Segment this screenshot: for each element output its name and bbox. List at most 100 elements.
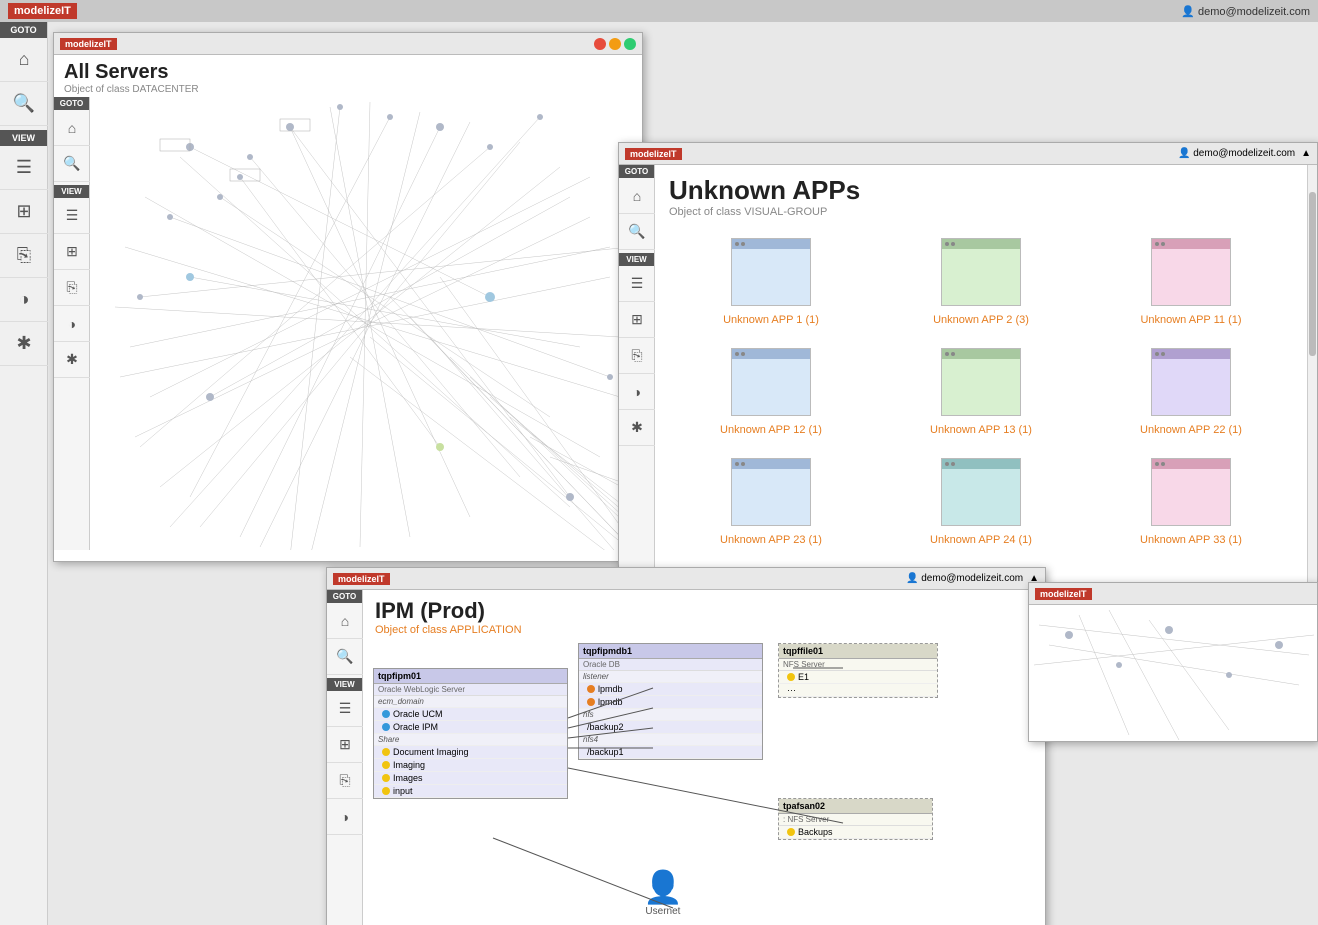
app-item-1[interactable]: Unknown APP 1 (1) <box>671 232 871 332</box>
app-item-22[interactable]: Unknown APP 22 (1) <box>1091 342 1291 442</box>
ipm-dot-ipm <box>382 723 390 731</box>
win-all-servers-min[interactable] <box>609 38 621 50</box>
win-all-servers-max[interactable] <box>624 38 636 50</box>
win-ipm-goto: GOTO <box>327 590 362 603</box>
win-sidebar-search[interactable]: 🔍 <box>54 146 90 182</box>
win-sidebar-plugin[interactable]: ✱ <box>54 342 90 378</box>
app-item-12[interactable]: Unknown APP 12 (1) <box>671 342 871 442</box>
win-sidebar-share[interactable]: ⎘ <box>54 270 90 306</box>
win-unknown-apps-subtitle: Object of class VISUAL-GROUP <box>669 206 1293 218</box>
ipm-node-tpafsan02-title: tpafsan02 <box>779 799 932 814</box>
ipm-row-docimaging-text: Document Imaging <box>393 747 469 757</box>
win-ipm-brand: modelizeIT <box>333 573 390 585</box>
scrollbar-thumb[interactable] <box>1309 192 1316 356</box>
app-item-23[interactable]: Unknown APP 23 (1) <box>671 452 871 552</box>
app-label-13: Unknown APP 13 (1) <box>930 424 1032 436</box>
app-item-33[interactable]: Unknown APP 33 (1) <box>1091 452 1291 552</box>
win-sidebar-grid[interactable]: ⊞ <box>54 234 90 270</box>
ipm-node-tqpfipmdb1[interactable]: tqpfipmdb1 Oracle DB listener lpmdb lpmd… <box>578 643 763 760</box>
app-icon-2 <box>941 238 1021 308</box>
ipm-row-lpmdb2-text: lpmdb <box>598 697 623 707</box>
ipm-diagram-area: tqpfipm01 Oracle WebLogic Server ecm_dom… <box>363 638 1045 925</box>
win-ipm-header: IPM (Prod) Object of class APPLICATION <box>363 590 1045 638</box>
sidebar-chart-icon[interactable]: ◑ <box>0 278 48 322</box>
ipm-node-tpafsan02-subtitle: : NFS Server <box>779 814 932 826</box>
sidebar-home-icon[interactable]: ⌂ <box>0 38 48 82</box>
win-all-servers-titlebar[interactable]: modelizeIT <box>54 33 642 55</box>
win-unknown-apps-scrollup[interactable]: ▲ <box>1301 148 1311 159</box>
app-label-1: Unknown APP 1 (1) <box>723 314 819 326</box>
ipm-dot-docimaging <box>382 748 390 756</box>
app-icon-img-22 <box>1151 348 1231 416</box>
win-ua-home[interactable]: ⌂ <box>619 178 655 214</box>
ipm-row-imaging: Imaging <box>374 759 567 772</box>
win-ipm-grid[interactable]: ⊞ <box>327 727 363 763</box>
ipm-dot-imaging <box>382 761 390 769</box>
app-icon-12 <box>731 348 811 418</box>
app-icon-22 <box>1151 348 1231 418</box>
app-label-11: Unknown APP 11 (1) <box>1140 314 1241 326</box>
win-ipm-view: VIEW <box>327 678 362 691</box>
app-label-33: Unknown APP 33 (1) <box>1140 534 1242 546</box>
win-unknown-apps-title: Unknown APPs <box>669 175 1293 206</box>
win-all-servers-header: All Servers Object of class DATACENTER <box>54 55 642 97</box>
ipm-section-ecm: ecm_domain <box>374 696 567 708</box>
win-ipm-titlebar[interactable]: modelizeIT 👤 demo@modelizeit.com ▲ <box>327 568 1045 590</box>
win-unknown-apps-titlebar[interactable]: modelizeIT 👤 demo@modelizeit.com ▲ <box>619 143 1317 165</box>
win-ipm-share[interactable]: ⎘ <box>327 763 363 799</box>
ipm-dot-ucm <box>382 710 390 718</box>
app-icon-33 <box>1151 458 1231 528</box>
win-ipm-chart[interactable]: ◑ <box>327 799 363 835</box>
app-item-24[interactable]: Unknown APP 24 (1) <box>881 452 1081 552</box>
sidebar-list-icon[interactable]: ☰ <box>0 146 48 190</box>
win-sidebar-goto: GOTO <box>54 97 89 110</box>
win-sidebar-chart[interactable]: ◑ <box>54 306 90 342</box>
ipm-row-backups: Backups <box>779 826 932 839</box>
sidebar-search-icon[interactable]: 🔍 <box>0 82 48 126</box>
ipm-node-tqpfipmdb1-subtitle: Oracle DB <box>579 659 762 671</box>
ipm-row-backup1: /backup1 <box>579 746 762 759</box>
app-icon-23 <box>731 458 811 528</box>
ipm-node-tqpfipm01[interactable]: tqpfipm01 Oracle WebLogic Server ecm_dom… <box>373 668 568 799</box>
app-icon-img-2 <box>941 238 1021 306</box>
ipm-section-share: Share <box>374 734 567 746</box>
win-ipm-list[interactable]: ☰ <box>327 691 363 727</box>
win-ua-share[interactable]: ⎘ <box>619 338 655 374</box>
win-ua-grid[interactable]: ⊞ <box>619 302 655 338</box>
ipm-row-backups-text: Backups <box>798 827 833 837</box>
app-icon-img-12 <box>731 348 811 416</box>
app-label-12: Unknown APP 12 (1) <box>720 424 822 436</box>
ipm-node-tpafsan02[interactable]: tpafsan02 : NFS Server Backups <box>778 798 933 840</box>
win-ipm-sidebar: GOTO ⌂ 🔍 VIEW ☰ ⊞ ⎘ ◑ <box>327 590 363 925</box>
ipm-dot-images <box>382 774 390 782</box>
win-ua-list[interactable]: ☰ <box>619 266 655 302</box>
ipm-node-tqpffile01-title: tqpffile01 <box>779 644 937 659</box>
sidebar-share-icon[interactable]: ⎘ <box>0 234 48 278</box>
win-all-servers-graph: GOTO ⌂ 🔍 VIEW ☰ ⊞ ⎘ ◑ ✱ <box>54 97 642 550</box>
ipm-row-imaging-text: Imaging <box>393 760 425 770</box>
win-partial-content <box>1029 605 1317 741</box>
ipm-node-tqpffile01[interactable]: tqpffile01 NFS Server E1 ··· <box>778 643 938 698</box>
win-all-servers-controls[interactable] <box>594 38 636 50</box>
win-all-servers-close[interactable] <box>594 38 606 50</box>
top-bar: modelizeIT 👤 demo@modelizeit.com <box>0 0 1318 22</box>
ipm-row-e1-text: E1 <box>798 672 809 682</box>
app-item-11[interactable]: Unknown APP 11 (1) <box>1091 232 1291 332</box>
ipm-section-nfs4: nfs4 <box>579 734 762 746</box>
win-ipm-home[interactable]: ⌂ <box>327 603 363 639</box>
win-ua-chart[interactable]: ◑ <box>619 374 655 410</box>
sidebar-plugin-icon[interactable]: ✱ <box>0 322 48 366</box>
win-sidebar-list[interactable]: ☰ <box>54 198 90 234</box>
usernet-icon: 👤 <box>643 868 683 906</box>
sidebar-grid-icon[interactable]: ⊞ <box>0 190 48 234</box>
app-icon-img-1 <box>731 238 811 306</box>
win-ua-plugin[interactable]: ✱ <box>619 410 655 446</box>
app-item-2[interactable]: Unknown APP 2 (3) <box>881 232 1081 332</box>
win-ua-search[interactable]: 🔍 <box>619 214 655 250</box>
win-ipm-search[interactable]: 🔍 <box>327 639 363 675</box>
win-sidebar-home[interactable]: ⌂ <box>54 110 90 146</box>
app-icon-img-11 <box>1151 238 1231 306</box>
win-partial-titlebar[interactable]: modelizeIT <box>1029 583 1317 605</box>
win-all-servers-subtitle: Object of class DATACENTER <box>64 84 632 95</box>
app-item-13[interactable]: Unknown APP 13 (1) <box>881 342 1081 442</box>
